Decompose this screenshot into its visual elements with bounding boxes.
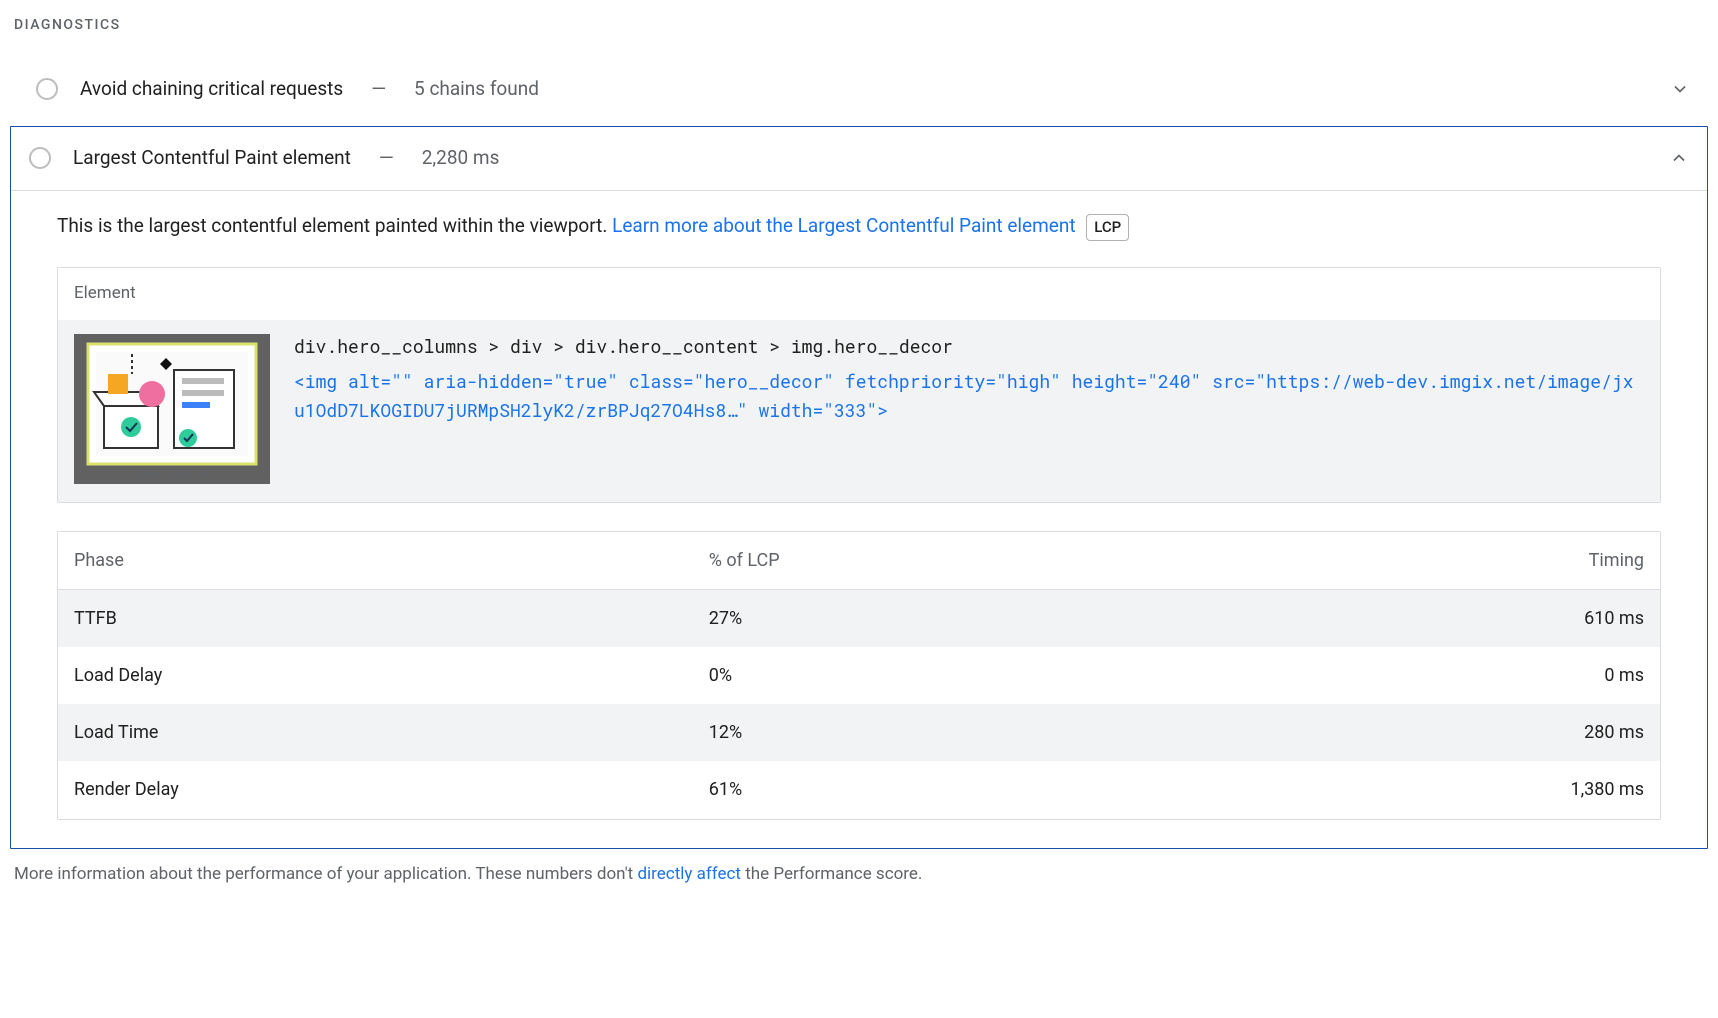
svg-text:Building a better web: Building a better web [135, 469, 210, 478]
phase-cell: Load Time [58, 704, 693, 761]
footer-suffix: the Performance score. [745, 864, 922, 884]
phase-cell: Render Delay [58, 761, 693, 818]
audit-meta: 2,280 ms [422, 145, 500, 172]
audit-status-icon [29, 147, 51, 169]
element-html-snippet: <img alt="" aria-hidden="true" class="he… [294, 367, 1644, 426]
element-card: Element [57, 267, 1661, 503]
col-header-timing: Timing [1170, 532, 1660, 590]
col-header-pct: % of LCP [693, 532, 1170, 590]
table-row: TTFB 27% 610 ms [58, 590, 1660, 647]
audit-meta: 5 chains found [414, 76, 539, 103]
audit-status-icon [36, 78, 58, 100]
lcp-phase-table: Phase % of LCP Timing TTFB 27% 610 ms Lo… [57, 531, 1661, 820]
chevron-down-icon [1670, 79, 1690, 99]
audit-expanded-lcp: Largest Contentful Paint element — 2,280… [10, 126, 1708, 848]
pct-cell: 0% [693, 647, 1170, 704]
audit-description: This is the largest contentful element p… [57, 213, 1661, 241]
phase-cell: Load Delay [58, 647, 693, 704]
table-row: Load Delay 0% 0 ms [58, 647, 1660, 704]
phase-cell: TTFB [58, 590, 693, 647]
element-dom-path: div.hero__columns > div > div.hero__cont… [294, 334, 1644, 359]
timing-cell: 0 ms [1170, 647, 1660, 704]
description-text: This is the largest contentful element p… [57, 214, 612, 237]
section-title: DIAGNOSTICS [10, 12, 1708, 58]
timing-cell: 1,380 ms [1170, 761, 1660, 818]
footer-prefix: More information about the performance o… [14, 864, 637, 884]
footer-note: More information about the performance o… [10, 849, 1708, 887]
chevron-up-icon [1669, 148, 1689, 168]
pct-cell: 27% [693, 590, 1170, 647]
table-row: Load Time 12% 280 ms [58, 704, 1660, 761]
timing-cell: 610 ms [1170, 590, 1660, 647]
dash: — [373, 145, 400, 172]
table-row: Render Delay 61% 1,380 ms [58, 761, 1660, 818]
footer-link[interactable]: directly affect [637, 864, 741, 884]
audit-row-chaining[interactable]: Avoid chaining critical requests — 5 cha… [10, 58, 1708, 121]
audit-title: Avoid chaining critical requests [80, 76, 343, 103]
audit-title: Largest Contentful Paint element [73, 145, 351, 172]
element-thumbnail: Building a better web [74, 334, 270, 484]
col-header-phase: Phase [58, 532, 693, 590]
element-card-header: Element [58, 268, 1660, 320]
audit-row-lcp[interactable]: Largest Contentful Paint element — 2,280… [11, 127, 1707, 190]
pct-cell: 61% [693, 761, 1170, 818]
pct-cell: 12% [693, 704, 1170, 761]
lcp-badge: LCP [1086, 214, 1129, 241]
timing-cell: 280 ms [1170, 704, 1660, 761]
learn-more-link[interactable]: Learn more about the Largest Contentful … [612, 214, 1075, 237]
dash: — [365, 76, 392, 103]
